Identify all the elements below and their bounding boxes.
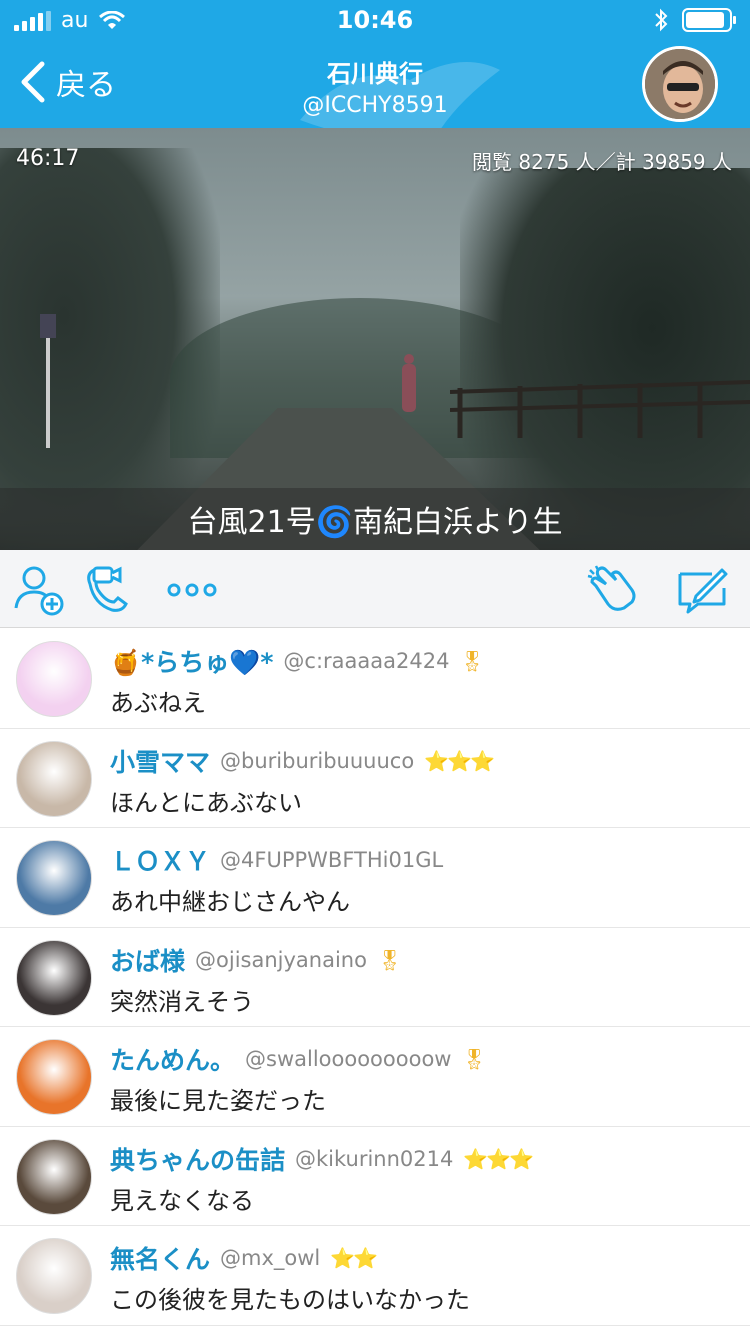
clap-button[interactable] (586, 564, 638, 616)
video-scene-pole (46, 328, 50, 448)
commenter-avatar[interactable] (16, 740, 92, 817)
comment-item[interactable]: 無名くん @mx_owl ⭐⭐ この後彼を見たものはいなかった (0, 1226, 750, 1326)
commenter-handle: @buriburibuuuuco (220, 748, 415, 773)
add-user-button[interactable] (14, 564, 66, 616)
medal-badge: ⭐⭐⭐ (463, 1146, 534, 1171)
clap-icon (587, 565, 636, 611)
commenter-avatar[interactable] (16, 939, 92, 1016)
comment-text: 最後に見た姿だった (110, 1087, 326, 1115)
broadcast-caption: 台風21号🌀南紀白浜より生 (0, 488, 750, 550)
bluetooth-icon (655, 8, 668, 32)
commenter-name[interactable]: 無名くん (110, 1240, 210, 1276)
more-icon (167, 583, 217, 597)
header-bar: au 10:46 戻る 石川典行 @ICCHY8591 (0, 0, 750, 128)
commenter-name[interactable]: おば様 (110, 942, 185, 978)
commenter-name[interactable]: 🍯*らちゅ💙* (110, 643, 273, 679)
action-toolbar (0, 550, 750, 628)
commenter-name[interactable]: 小雪ママ (110, 743, 210, 779)
commenter-avatar[interactable] (16, 641, 92, 717)
video-call-button[interactable] (84, 564, 136, 616)
commenter-name[interactable]: ＬＯＸＹ (110, 842, 210, 878)
comment-text: ほんとにあぶない (110, 788, 302, 817)
commenter-handle: @mx_owl (220, 1246, 321, 1270)
add-user-icon (14, 566, 64, 616)
commenter-avatar[interactable] (16, 840, 92, 916)
comment-item[interactable]: おば様 @ojisanjyanaino 🎖 突然消えそう (0, 928, 750, 1027)
medal-badge: ⭐⭐ (330, 1246, 378, 1270)
commenter-avatar[interactable] (16, 1039, 92, 1115)
video-call-icon (87, 566, 128, 612)
compose-comment-button[interactable] (676, 564, 728, 616)
comment-item[interactable]: たんめん。 @swallooooooooow 🎖 最後に見た姿だった (0, 1027, 750, 1127)
owner-avatar[interactable] (642, 46, 718, 122)
owner-name: 石川典行 (327, 60, 423, 88)
comment-text: あぶねえ (110, 689, 206, 717)
live-video[interactable]: 46:17 閲覧 8275 人／計 39859 人 台風21号🌀南紀白浜より生 (0, 128, 750, 550)
elapsed-time: 46:17 (16, 146, 80, 171)
commenter-handle: @kikurinn0214 (295, 1146, 454, 1171)
status-bar: au 10:46 (0, 0, 750, 40)
comment-text: 突然消えそう (110, 987, 254, 1016)
commenter-avatar[interactable] (16, 1238, 92, 1314)
comment-item[interactable]: 典ちゃんの缶詰 @kikurinn0214 ⭐⭐⭐ 見えなくなる (0, 1127, 750, 1226)
comment-item[interactable]: 🍯*らちゅ💙* @c:raaaaa2424 🎖 あぶねえ (0, 629, 750, 729)
comment-list[interactable]: 🍯*らちゅ💙* @c:raaaaa2424 🎖 あぶねえ 小雪ママ @burib… (0, 629, 750, 1334)
compose-icon (678, 568, 728, 614)
commenter-avatar[interactable] (16, 1138, 92, 1215)
comment-text: あれ中継おじさんやん (110, 888, 350, 916)
commenter-handle: @c:raaaaa2424 (283, 649, 450, 673)
medal-badge: 🎖 (459, 649, 484, 673)
comment-item[interactable]: ＬＯＸＹ @4FUPPWBFTHi01GL あれ中継おじさんやん (0, 828, 750, 928)
commenter-name[interactable]: たんめん。 (110, 1041, 235, 1077)
more-button[interactable] (166, 564, 218, 616)
comment-text: この後彼を見たものはいなかった (110, 1286, 470, 1314)
video-scene-sign (40, 314, 56, 338)
viewer-count: 閲覧 8275 人／計 39859 人 (472, 150, 732, 174)
comment-text: 見えなくなる (110, 1186, 254, 1215)
medal-badge: 🎖 (376, 947, 402, 972)
broadcast-title: 石川典行 @ICCHY8591 (0, 54, 750, 118)
video-scene-person (402, 354, 416, 412)
commenter-handle: @ojisanjyanaino (195, 947, 367, 972)
battery-icon (682, 8, 736, 32)
commenter-handle: @4FUPPWBFTHi01GL (220, 848, 444, 872)
owner-handle: @ICCHY8591 (302, 93, 448, 118)
commenter-handle: @swallooooooooow (245, 1047, 452, 1071)
video-scene-fence (450, 380, 750, 438)
medal-badge: ⭐⭐⭐ (424, 748, 495, 773)
status-time: 10:46 (336, 6, 414, 34)
commenter-name[interactable]: 典ちゃんの缶詰 (110, 1141, 285, 1177)
medal-badge: 🎖 (461, 1047, 486, 1071)
comment-item[interactable]: 小雪ママ @buriburibuuuuco ⭐⭐⭐ ほんとにあぶない (0, 729, 750, 828)
